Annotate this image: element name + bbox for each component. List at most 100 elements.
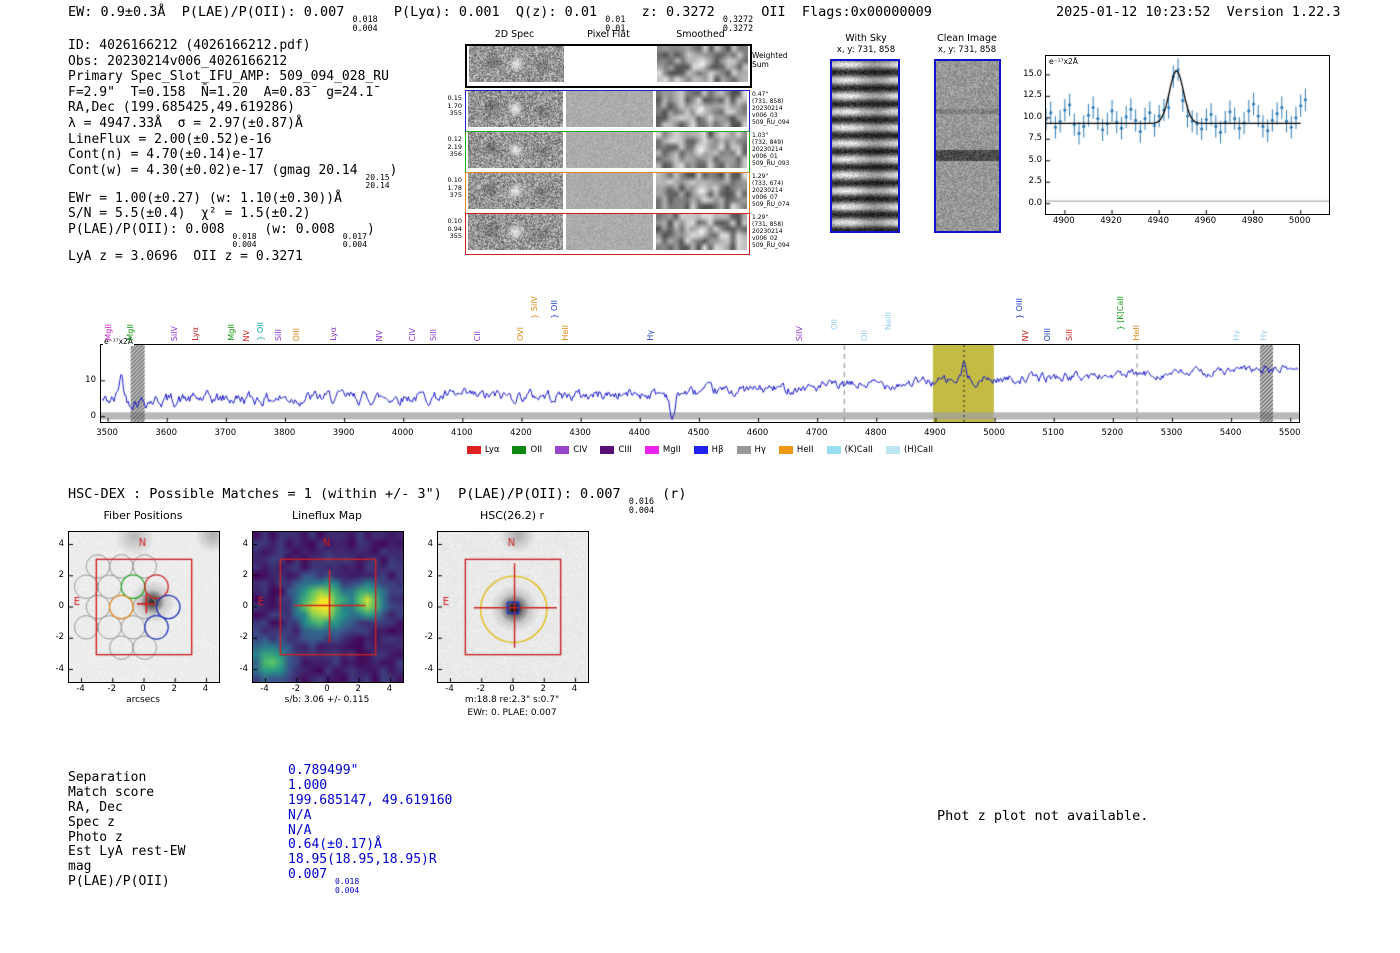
fiber-xlabel: arcsecs — [126, 695, 160, 705]
cutout-y-tick-label: 0 — [427, 601, 433, 611]
legend-swatch — [826, 446, 841, 454]
clean-title: Clean Image — [937, 33, 997, 44]
info-line: EWr = 1.00(±0.27) (w: 1.10(±0.30))Å — [68, 190, 342, 206]
legend-label: OII — [530, 445, 543, 455]
info-line: Obs: 20230214v006_4026166212 — [68, 53, 288, 69]
spectrum-x-tick-label: 5000 — [983, 428, 1005, 438]
emission-line-marker: Lyα — [191, 327, 201, 341]
cutout-x-tick-label: 4 — [386, 684, 393, 694]
emission-line-marker: SiII — [428, 328, 438, 341]
emission-line-marker: Hγ — [646, 330, 656, 341]
emission-line-marker: OIII — [1043, 327, 1053, 341]
lineflux-map-plot — [252, 531, 404, 683]
legend-label: CIV — [573, 445, 588, 455]
legend-item: HeII — [778, 445, 814, 455]
info-line: Primary Spec_Slot_IFU_AMP: 509_094_028_R… — [68, 69, 389, 85]
cutout-row-measurements: 0.15 1.70 355 — [447, 94, 462, 117]
match-value: 0.789499" — [288, 763, 359, 778]
spectrum-x-tick-label: 4700 — [805, 428, 828, 438]
legend-item: Hγ — [736, 445, 766, 455]
cutout-y-tick-label: 2 — [242, 569, 248, 580]
emission-line-marker: Hγ — [1259, 330, 1269, 341]
legend-item: MgII — [644, 445, 681, 455]
zoom-x-tick-label: 4900 — [1053, 216, 1075, 226]
legend-label: CIII — [618, 445, 632, 455]
legend-item: OII — [512, 445, 542, 455]
smoothed-panel — [656, 214, 747, 250]
spec2d-panel — [469, 46, 564, 82]
match-table-row: Photo z N/A — [68, 823, 452, 845]
cutout-row-annotation: Weighted Sum — [752, 51, 788, 69]
legend-label: Hγ — [754, 445, 766, 455]
info-line: RA,Dec (199.685425,49.619286) — [68, 100, 295, 116]
emission-line-marker: SiIV — [795, 325, 805, 341]
match-table-row: mag 18.95(18.95,18.95)R — [68, 852, 452, 874]
cutout-y-tick-label: 0 — [58, 601, 64, 611]
match-value: N/A — [288, 822, 312, 838]
legend-item: (K)CaII — [826, 445, 873, 455]
emission-line-marker: CIV — [408, 327, 418, 341]
lineflux-caption: s/b: 3.06 +/- 0.115 — [284, 695, 370, 705]
cutout-row-annotation: 1.29" (733, 674) 20230214 v006_07 509_RU_074 — [752, 173, 790, 208]
spectrum-x-tick-label: 4300 — [569, 428, 591, 438]
zoom-flux-units-label: e⁻¹⁷x2Å — [1048, 57, 1079, 66]
legend-swatch — [885, 446, 900, 454]
cutout-y-tick-label: -4 — [55, 663, 64, 674]
emission-line-marker: NV — [242, 329, 252, 341]
emission-line-marker: CII — [473, 330, 483, 341]
hsc-caption-1: m:18.8 re:2.3" s:0.7" — [464, 695, 560, 705]
legend-swatch — [693, 446, 708, 454]
zoom-y-tick-label: 7.5 — [1028, 133, 1042, 144]
detection-info-block: ID: 4026166212 (4026166212.pdf) Obs: 2023… — [68, 38, 397, 265]
spectrum-x-tick-label: 4600 — [746, 428, 769, 438]
legend-swatch — [778, 446, 793, 454]
match-value: 199.685147, 49.619160 — [288, 792, 453, 808]
cutout-2d-row — [465, 172, 750, 214]
cutout-x-tick-label: -2 — [291, 684, 300, 694]
spectrum-x-tick-label: 3800 — [273, 428, 296, 438]
cutout-y-tick-label: -2 — [239, 632, 248, 643]
smoothed-panel — [657, 46, 748, 82]
spectrum-x-tick-label: 4200 — [510, 428, 532, 438]
spectrum-x-tick-label: 4400 — [628, 428, 651, 438]
legend-label: Hβ — [711, 445, 724, 455]
cutout-x-tick-label: 2 — [540, 684, 546, 694]
cutout-2d-row — [465, 44, 752, 88]
emission-line-marker: SiII — [273, 328, 283, 341]
info-line: P(LAE)/P(OII): 0.008 0.018 0.004 (w: 0.00… — [68, 221, 375, 249]
cutout-x-tick-label: -2 — [107, 684, 116, 694]
cutout-x-tick-label: 0 — [140, 684, 146, 694]
cutout-x-tick-label: -4 — [445, 684, 454, 694]
cutout-y-tick-label: -4 — [239, 663, 248, 674]
spectrum-x-tick-label: 3700 — [214, 428, 237, 438]
match-value: 0.64(±0.17)Å — [288, 837, 382, 853]
legend-swatch — [512, 446, 527, 454]
cutout-y-tick-label: -2 — [55, 632, 64, 643]
cutout-x-tick-label: 4 — [571, 684, 578, 694]
emission-line-marker: HeII — [560, 325, 570, 341]
spectrum-x-tick-label: 4500 — [687, 428, 710, 438]
emission-line-marker: MgII — [227, 324, 237, 341]
cutout-y-tick-label: -4 — [424, 663, 433, 674]
match-table-row: P(LAE)/P(OII) 0.007 0.018 0.004 — [68, 867, 452, 894]
cutout-row-measurements: 0.10 0.94 355 — [447, 217, 462, 240]
zoomed-spectrum-plot — [1045, 55, 1330, 215]
spectrum-x-tick-label: 4000 — [391, 428, 414, 438]
pixelflat-panel — [566, 214, 653, 250]
emission-line-marker: SiII — [1064, 328, 1074, 341]
emission-line-marker: } OIII — [1015, 297, 1025, 319]
emission-line-marker: } OII — [550, 300, 560, 319]
cutout-x-tick-label: -4 — [260, 684, 269, 694]
spectrum-x-tick-label: 5500 — [1278, 428, 1301, 438]
cutout-y-tick-label: -2 — [424, 632, 433, 643]
zoom-y-tick-label: 12.5 — [1023, 90, 1042, 101]
match-value: N/A — [288, 807, 312, 823]
cutout-row-measurements: 0.10 1.78 375 — [447, 176, 462, 199]
fiber-positions-title: Fiber Positions — [103, 509, 183, 522]
zoom-x-tick-label: 4920 — [1100, 216, 1122, 226]
cutout-x-tick-label: 2 — [355, 684, 361, 694]
info-line: Cont(n) = 4.70(±0.14)e-17 — [68, 147, 264, 163]
cutout-x-tick-label: 0 — [324, 684, 330, 694]
lineflux-map-title: Lineflux Map — [291, 509, 363, 522]
emission-line-marker: NV — [1020, 329, 1030, 341]
